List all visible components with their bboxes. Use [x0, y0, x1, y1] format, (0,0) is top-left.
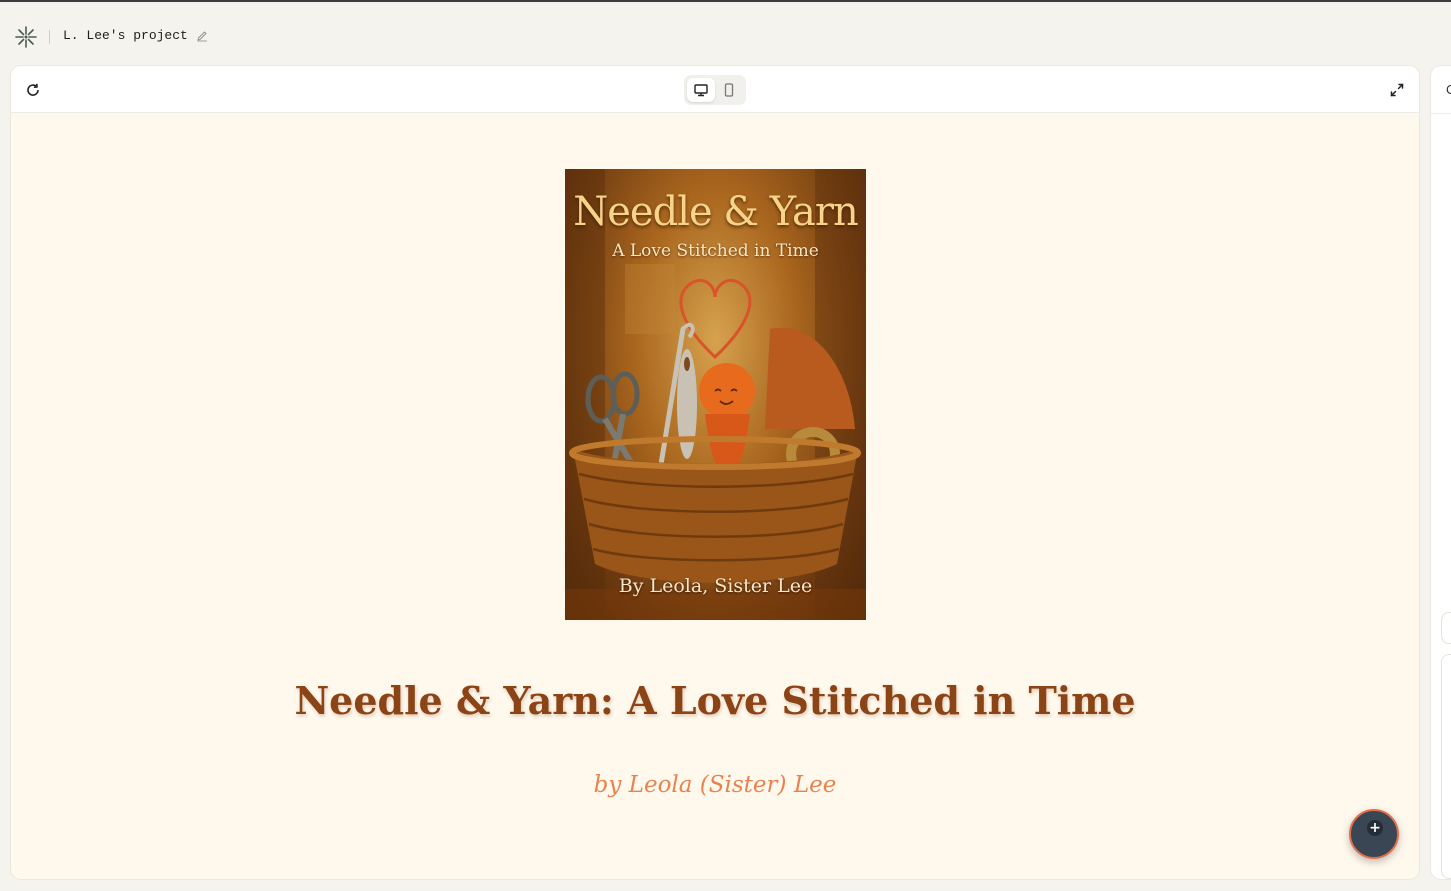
preview-pane: Needle & Yarn A Love Stitched in Time By…: [11, 66, 1419, 879]
phone-icon: [724, 83, 734, 97]
side-panel-card[interactable]: [1441, 612, 1451, 644]
monitor-icon: [694, 84, 708, 97]
asterisk-logo-icon[interactable]: [14, 25, 38, 49]
floating-action-button[interactable]: +: [1349, 809, 1399, 859]
side-panel: C: [1431, 66, 1451, 879]
book-title: Needle & Yarn: A Love Stitched in Time: [294, 678, 1136, 723]
divider: [49, 30, 50, 44]
project-name[interactable]: L. Lee's project: [63, 28, 188, 43]
side-panel-glyph: C: [1446, 82, 1451, 97]
plus-icon: +: [1367, 820, 1383, 836]
cover-subtitle: A Love Stitched in Time: [612, 241, 819, 261]
cover-title: Needle & Yarn: [573, 189, 858, 235]
side-panel-header-divider: [1431, 113, 1451, 114]
device-toggle: [684, 75, 746, 105]
preview-toolbar: [11, 66, 1419, 113]
expand-icon[interactable]: [1389, 82, 1405, 98]
top-bar: L. Lee's project: [0, 8, 1451, 64]
side-panel-card[interactable]: [1441, 654, 1451, 879]
mobile-view-button[interactable]: [715, 78, 743, 102]
window-top-edge: [0, 0, 1451, 8]
reload-icon[interactable]: [25, 82, 41, 98]
book-byline: by Leola (Sister) Lee: [593, 772, 837, 798]
cover-illustration: [565, 169, 866, 620]
desktop-view-button[interactable]: [687, 78, 715, 102]
cover-author: By Leola, Sister Lee: [618, 575, 813, 597]
pencil-icon[interactable]: [196, 30, 208, 42]
book-cover-image: Needle & Yarn A Love Stitched in Time By…: [565, 169, 866, 620]
